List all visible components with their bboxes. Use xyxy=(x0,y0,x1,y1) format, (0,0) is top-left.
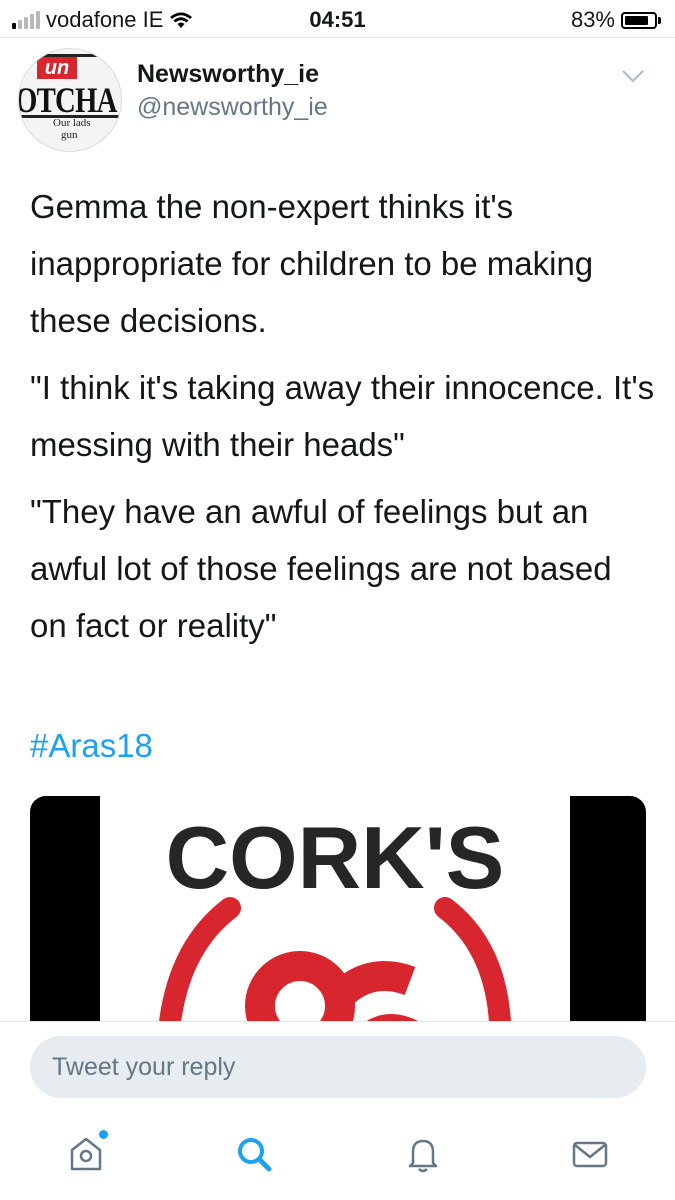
logo-text: CORK'S xyxy=(166,808,505,907)
cork96-logo: CORK'S xyxy=(159,808,511,1022)
avatar-subtext: Our lads gun xyxy=(53,117,91,141)
tweet-paragraph: "They have an awful of feelings but an a… xyxy=(30,493,612,644)
header-divider xyxy=(0,37,675,38)
tab-notifications[interactable] xyxy=(401,1132,445,1176)
avatar[interactable]: un OTCHA Our lads gun xyxy=(18,48,122,152)
tweet-media-image[interactable]: CORK'S xyxy=(30,796,646,1022)
tweet-paragraph: "I think it's taking away their innocenc… xyxy=(30,369,655,463)
envelope-icon xyxy=(572,1141,608,1168)
tweet-text: Gemma the non-expert thinks it's inappro… xyxy=(30,178,655,664)
display-name[interactable]: Newsworthy_ie xyxy=(137,60,319,89)
status-bar: vodafone IE 04:51 83% xyxy=(0,0,675,40)
tab-search[interactable] xyxy=(232,1132,276,1176)
user-handle[interactable]: @newsworthy_ie xyxy=(137,93,328,122)
bell-icon xyxy=(408,1139,438,1173)
reply-input[interactable] xyxy=(30,1036,646,1098)
tab-messages[interactable] xyxy=(568,1132,612,1176)
reply-area xyxy=(0,1022,675,1200)
home-icon xyxy=(70,1137,102,1171)
avatar-logo-text: un xyxy=(37,57,77,79)
hashtag-link[interactable]: #Aras18 xyxy=(30,727,153,765)
search-icon xyxy=(238,1138,272,1172)
battery-icon xyxy=(621,11,657,29)
chevron-down-icon[interactable] xyxy=(621,68,645,84)
notification-dot xyxy=(99,1130,108,1139)
tweet-paragraph: Gemma the non-expert thinks it's inappro… xyxy=(30,188,594,339)
battery-percent: 83% xyxy=(570,7,615,32)
battery: 83% xyxy=(571,7,661,33)
tab-home[interactable] xyxy=(64,1130,108,1176)
